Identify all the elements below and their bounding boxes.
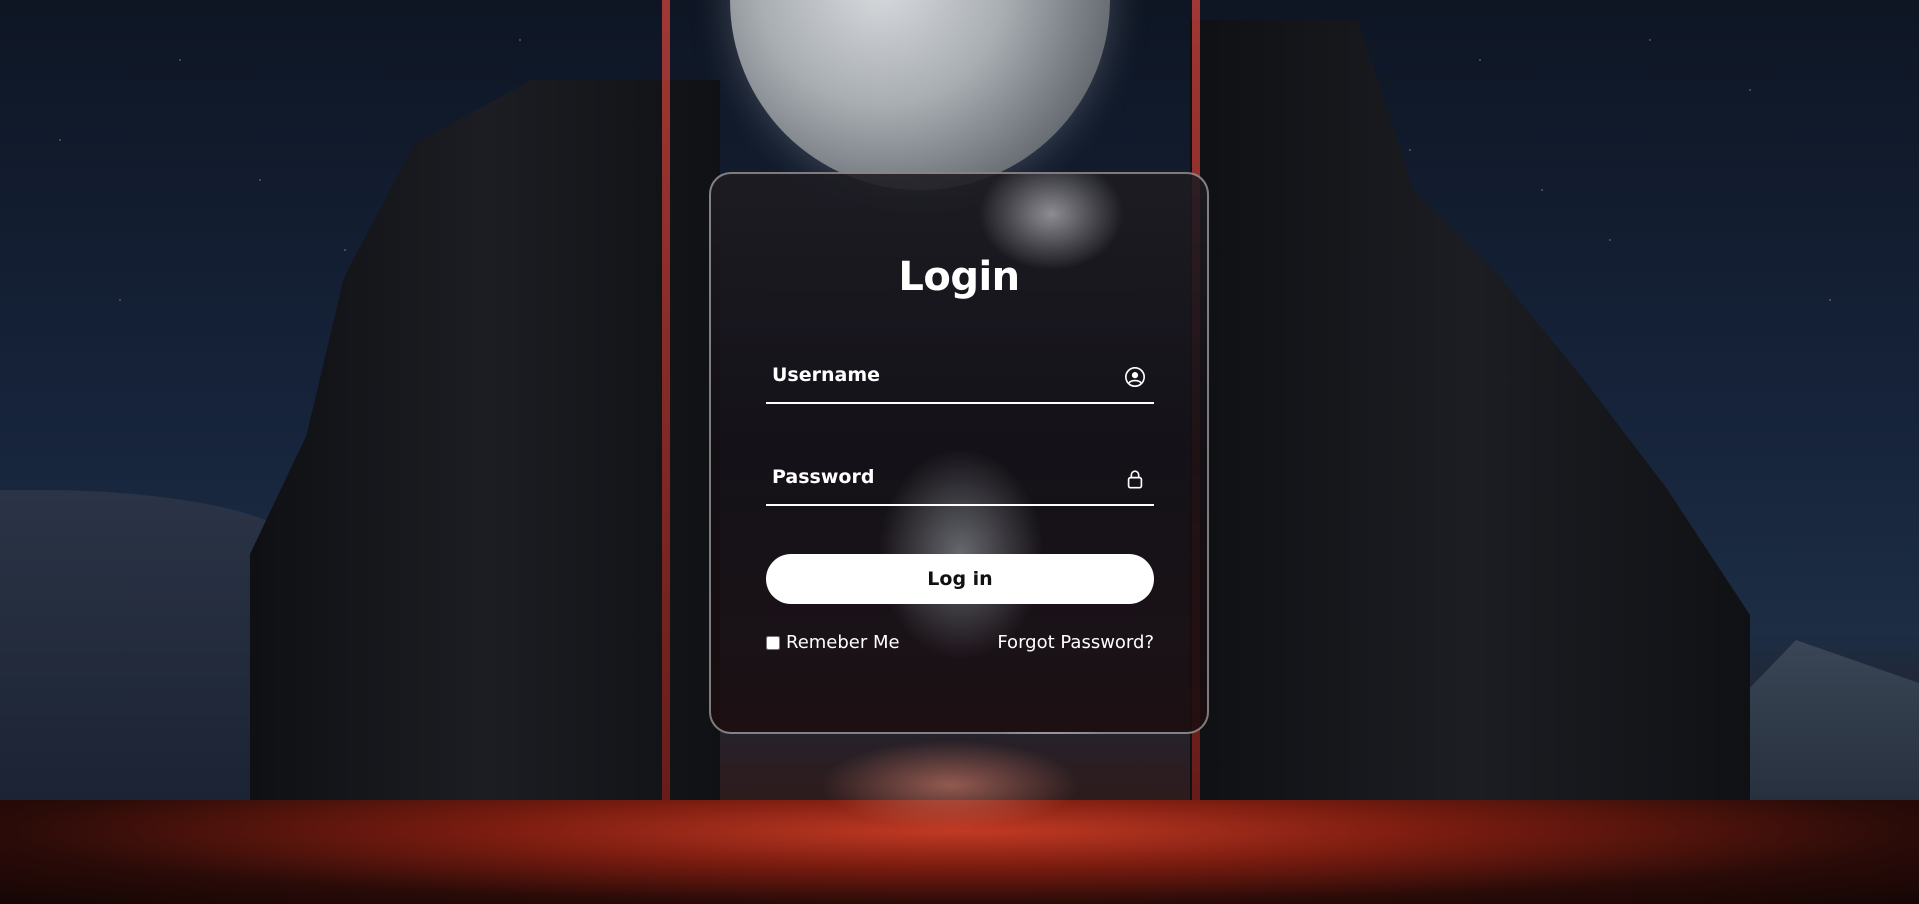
gate-glow [820,740,1080,830]
lava-crack-left [662,0,670,840]
remember-me[interactable]: Remeber Me [766,632,900,653]
lock-icon [1127,470,1143,489]
background-scene: Login Log in Remeber Me Forgot Password? [0,0,1919,904]
form-options: Remeber Me Forgot Password? [766,632,1154,658]
login-button[interactable]: Log in [766,554,1154,604]
username-input[interactable] [766,352,1112,398]
remember-me-checkbox[interactable] [766,635,780,650]
remember-me-label: Remeber Me [786,632,900,653]
login-card: Login Log in Remeber Me Forgot Password? [709,172,1209,734]
login-title: Login [898,254,1020,300]
username-field [766,352,1154,404]
user-circle-icon [1125,367,1145,387]
password-field [766,454,1154,506]
forgot-password-link[interactable]: Forgot Password? [997,632,1154,653]
password-input[interactable] [766,454,1112,500]
